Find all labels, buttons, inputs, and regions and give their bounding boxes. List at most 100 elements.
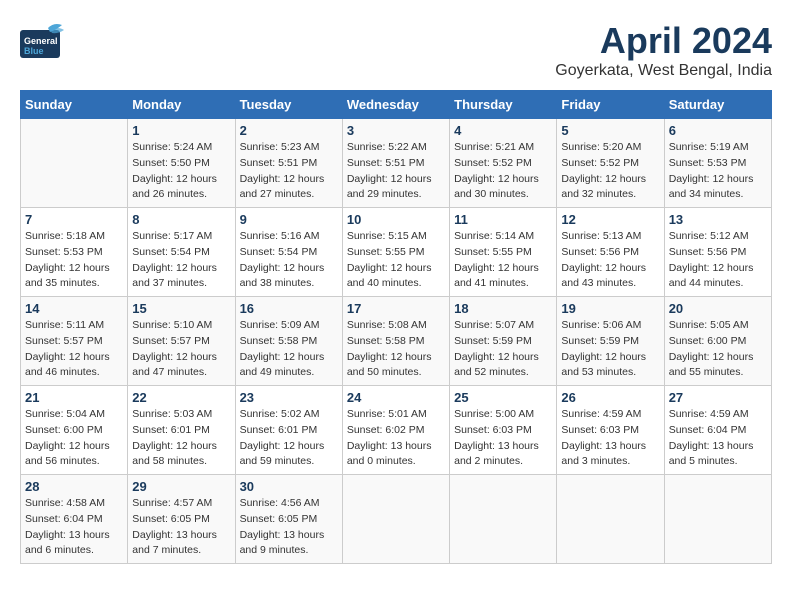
day-info: Sunrise: 5:08 AMSunset: 5:58 PMDaylight:… — [347, 318, 445, 381]
day-number: 26 — [561, 390, 659, 405]
day-number: 24 — [347, 390, 445, 405]
day-cell: 9 Sunrise: 5:16 AMSunset: 5:54 PMDaylight… — [235, 208, 342, 297]
week-row-2: 7Sunrise: 5:18 AMSunset: 5:53 PMDaylight… — [21, 208, 772, 297]
day-cell: 24 Sunrise: 5:01 AMSunset: 6:02 PMDayligh… — [342, 386, 449, 475]
week-row-5: 28 Sunrise: 4:58 AMSunset: 6:04 PMDayligh… — [21, 475, 772, 564]
day-cell: 12Sunrise: 5:13 AMSunset: 5:56 PMDayligh… — [557, 208, 664, 297]
col-monday: Monday — [128, 91, 235, 119]
col-friday: Friday — [557, 91, 664, 119]
day-number: 17 — [347, 301, 445, 316]
week-row-1: 1 Sunrise: 5:24 AMSunset: 5:50 PMDaylight… — [21, 119, 772, 208]
day-cell: 30Sunrise: 4:56 AMSunset: 6:05 PMDayligh… — [235, 475, 342, 564]
day-cell: 14 Sunrise: 5:11 AMSunset: 5:57 PMDayligh… — [21, 297, 128, 386]
day-info: Sunrise: 5:00 AMSunset: 6:03 PMDaylight:… — [454, 407, 552, 470]
week-row-3: 14 Sunrise: 5:11 AMSunset: 5:57 PMDayligh… — [21, 297, 772, 386]
day-cell — [450, 475, 557, 564]
location-title: Goyerkata, West Bengal, India — [555, 62, 772, 80]
day-info: Sunrise: 5:14 AMSunset: 5:55 PMDaylight:… — [454, 229, 552, 292]
day-number: 23 — [240, 390, 338, 405]
day-cell: 21Sunrise: 5:04 AMSunset: 6:00 PMDayligh… — [21, 386, 128, 475]
day-cell: 16Sunrise: 5:09 AMSunset: 5:58 PMDayligh… — [235, 297, 342, 386]
day-number: 3 — [347, 123, 445, 138]
calendar-body: 1 Sunrise: 5:24 AMSunset: 5:50 PMDaylight… — [21, 119, 772, 564]
day-number: 8 — [132, 212, 230, 227]
day-cell: 4 Sunrise: 5:21 AMSunset: 5:52 PMDaylight… — [450, 119, 557, 208]
day-cell: 28 Sunrise: 4:58 AMSunset: 6:04 PMDayligh… — [21, 475, 128, 564]
day-info: Sunrise: 5:17 AMSunset: 5:54 PMDaylight:… — [132, 229, 230, 292]
day-cell: 25 Sunrise: 5:00 AMSunset: 6:03 PMDayligh… — [450, 386, 557, 475]
svg-text:General: General — [24, 36, 58, 46]
day-info: Sunrise: 5:23 AMSunset: 5:51 PMDaylight:… — [240, 140, 338, 203]
day-number: 25 — [454, 390, 552, 405]
day-number: 9 — [240, 212, 338, 227]
day-cell: 7Sunrise: 5:18 AMSunset: 5:53 PMDaylight… — [21, 208, 128, 297]
day-number: 20 — [669, 301, 767, 316]
day-cell: 13 Sunrise: 5:12 AMSunset: 5:56 PMDayligh… — [664, 208, 771, 297]
day-info: Sunrise: 5:22 AMSunset: 5:51 PMDaylight:… — [347, 140, 445, 203]
page-header: General Blue April 2024 Goyerkata, West … — [20, 20, 772, 80]
day-info: Sunrise: 5:01 AMSunset: 6:02 PMDaylight:… — [347, 407, 445, 470]
day-cell: 19 Sunrise: 5:06 AMSunset: 5:59 PMDayligh… — [557, 297, 664, 386]
day-info: Sunrise: 5:03 AMSunset: 6:01 PMDaylight:… — [132, 407, 230, 470]
day-cell: 20 Sunrise: 5:05 AMSunset: 6:00 PMDayligh… — [664, 297, 771, 386]
day-number: 29 — [132, 479, 230, 494]
day-info: Sunrise: 5:09 AMSunset: 5:58 PMDaylight:… — [240, 318, 338, 381]
col-sunday: Sunday — [21, 91, 128, 119]
day-info: Sunrise: 5:05 AMSunset: 6:00 PMDaylight:… — [669, 318, 767, 381]
day-cell: 10 Sunrise: 5:15 AMSunset: 5:55 PMDayligh… — [342, 208, 449, 297]
day-info: Sunrise: 5:07 AMSunset: 5:59 PMDaylight:… — [454, 318, 552, 381]
day-info: Sunrise: 4:59 AMSunset: 6:04 PMDaylight:… — [669, 407, 767, 470]
calendar-table: Sunday Monday Tuesday Wednesday Thursday… — [20, 90, 772, 564]
col-saturday: Saturday — [664, 91, 771, 119]
day-number: 19 — [561, 301, 659, 316]
day-info: Sunrise: 5:21 AMSunset: 5:52 PMDaylight:… — [454, 140, 552, 203]
week-row-4: 21Sunrise: 5:04 AMSunset: 6:00 PMDayligh… — [21, 386, 772, 475]
day-number: 22 — [132, 390, 230, 405]
day-number: 18 — [454, 301, 552, 316]
day-number: 4 — [454, 123, 552, 138]
day-cell: 6 Sunrise: 5:19 AMSunset: 5:53 PMDaylight… — [664, 119, 771, 208]
day-info: Sunrise: 5:06 AMSunset: 5:59 PMDaylight:… — [561, 318, 659, 381]
day-info: Sunrise: 5:19 AMSunset: 5:53 PMDaylight:… — [669, 140, 767, 203]
day-number: 10 — [347, 212, 445, 227]
day-cell: 1 Sunrise: 5:24 AMSunset: 5:50 PMDaylight… — [128, 119, 235, 208]
day-info: Sunrise: 5:24 AMSunset: 5:50 PMDaylight:… — [132, 140, 230, 203]
col-wednesday: Wednesday — [342, 91, 449, 119]
day-number: 12 — [561, 212, 659, 227]
day-number: 13 — [669, 212, 767, 227]
day-number: 14 — [25, 301, 123, 316]
day-cell — [342, 475, 449, 564]
day-info: Sunrise: 5:11 AMSunset: 5:57 PMDaylight:… — [25, 318, 123, 381]
day-info: Sunrise: 5:15 AMSunset: 5:55 PMDaylight:… — [347, 229, 445, 292]
day-number: 6 — [669, 123, 767, 138]
day-number: 28 — [25, 479, 123, 494]
day-cell: 26 Sunrise: 4:59 AMSunset: 6:03 PMDayligh… — [557, 386, 664, 475]
day-info: Sunrise: 4:57 AMSunset: 6:05 PMDaylight:… — [132, 496, 230, 559]
day-info: Sunrise: 4:56 AMSunset: 6:05 PMDaylight:… — [240, 496, 338, 559]
day-number: 11 — [454, 212, 552, 227]
day-info: Sunrise: 4:58 AMSunset: 6:04 PMDaylight:… — [25, 496, 123, 559]
day-cell — [664, 475, 771, 564]
day-cell: 23 Sunrise: 5:02 AMSunset: 6:01 PMDayligh… — [235, 386, 342, 475]
month-title: April 2024 — [555, 20, 772, 62]
day-cell — [21, 119, 128, 208]
day-info: Sunrise: 5:16 AMSunset: 5:54 PMDaylight:… — [240, 229, 338, 292]
day-info: Sunrise: 5:10 AMSunset: 5:57 PMDaylight:… — [132, 318, 230, 381]
day-cell: 15 Sunrise: 5:10 AMSunset: 5:57 PMDayligh… — [128, 297, 235, 386]
svg-text:Blue: Blue — [24, 46, 44, 56]
col-thursday: Thursday — [450, 91, 557, 119]
day-cell: 17 Sunrise: 5:08 AMSunset: 5:58 PMDayligh… — [342, 297, 449, 386]
day-info: Sunrise: 5:20 AMSunset: 5:52 PMDaylight:… — [561, 140, 659, 203]
day-number: 1 — [132, 123, 230, 138]
day-cell: 2Sunrise: 5:23 AMSunset: 5:51 PMDaylight… — [235, 119, 342, 208]
day-info: Sunrise: 5:12 AMSunset: 5:56 PMDaylight:… — [669, 229, 767, 292]
day-cell — [557, 475, 664, 564]
day-info: Sunrise: 4:59 AMSunset: 6:03 PMDaylight:… — [561, 407, 659, 470]
day-info: Sunrise: 5:02 AMSunset: 6:01 PMDaylight:… — [240, 407, 338, 470]
logo: General Blue — [20, 20, 64, 60]
day-number: 15 — [132, 301, 230, 316]
day-number: 5 — [561, 123, 659, 138]
title-block: April 2024 Goyerkata, West Bengal, India — [555, 20, 772, 80]
day-number: 21 — [25, 390, 123, 405]
logo-icon: General Blue — [20, 20, 64, 60]
